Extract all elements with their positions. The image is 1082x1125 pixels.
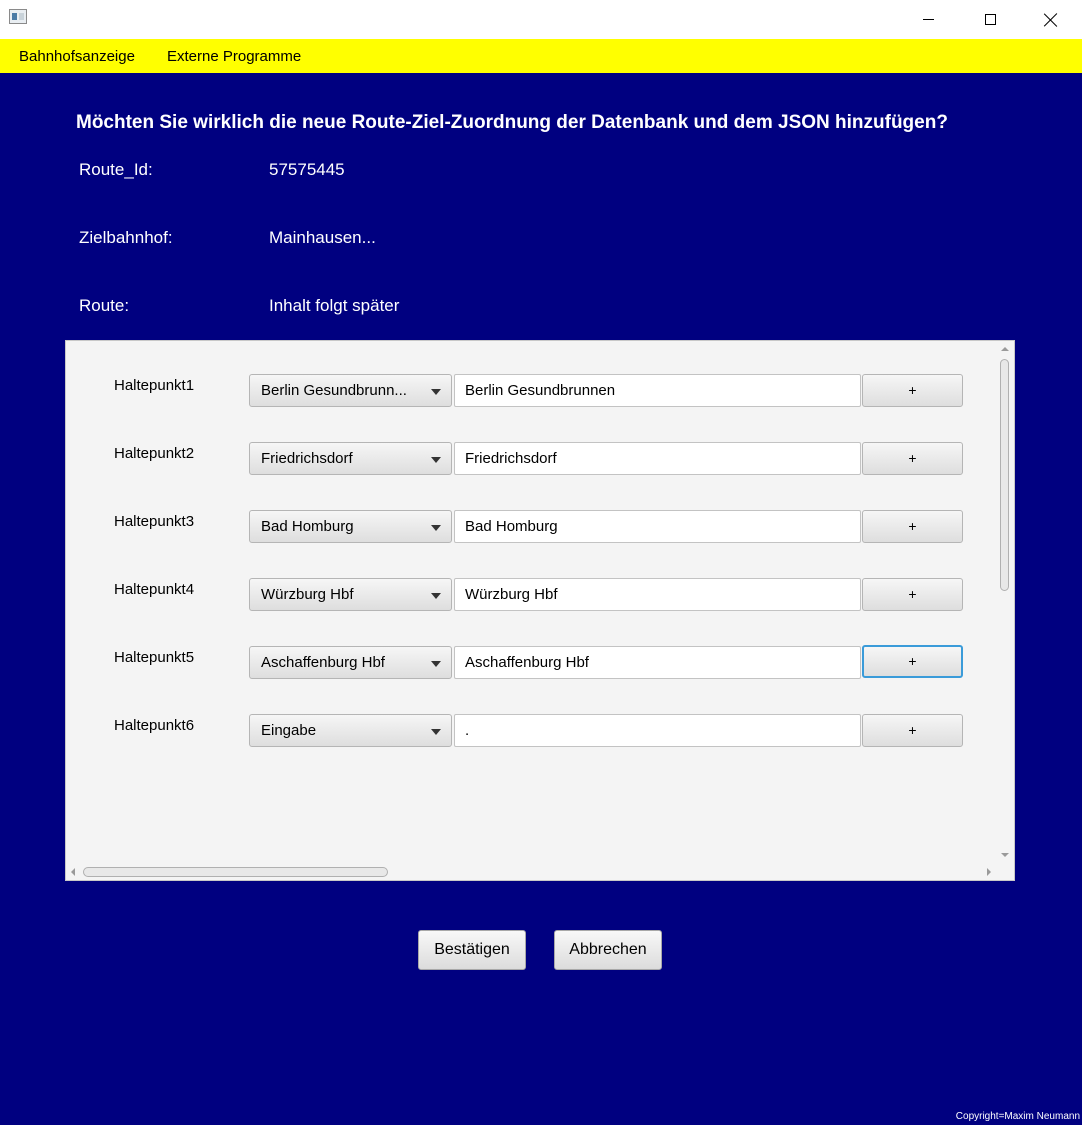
chevron-down-icon	[431, 593, 441, 599]
add-stop-button[interactable]: +	[862, 578, 963, 611]
stop-label: Haltepunkt5	[114, 649, 195, 666]
confirm-question: Möchten Sie wirklich die neue Route-Ziel…	[76, 112, 948, 133]
chevron-down-icon	[431, 729, 441, 735]
chevron-down-icon	[431, 661, 441, 667]
add-stop-button[interactable]: +	[862, 714, 963, 747]
maximize-icon	[984, 14, 996, 25]
stop-combo[interactable]: Friedrichsdorf	[249, 442, 452, 475]
menu-externe-programme[interactable]: Externe Programme	[167, 48, 301, 65]
chevron-down-icon	[431, 525, 441, 531]
minimize-button[interactable]	[897, 0, 959, 39]
add-stop-button[interactable]: +	[862, 510, 963, 543]
stop-label: Haltepunkt3	[114, 513, 195, 530]
stop-combo[interactable]: Aschaffenburg Hbf	[249, 646, 452, 679]
stop-label: Haltepunkt4	[114, 581, 195, 598]
stop-combo[interactable]: Berlin Gesundbrunn...	[249, 374, 452, 407]
combo-value: Würzburg Hbf	[261, 586, 354, 603]
combo-value: Aschaffenburg Hbf	[261, 654, 385, 671]
chevron-down-icon	[431, 457, 441, 463]
cancel-button[interactable]: Abbrechen	[554, 930, 662, 970]
stop-text-field[interactable]: Bad Homburg	[454, 510, 861, 543]
ziel-value: Mainhausen...	[269, 228, 376, 247]
scroll-left-icon[interactable]	[71, 868, 75, 876]
combo-value: Friedrichsdorf	[261, 450, 353, 467]
menu-bahnhofsanzeige[interactable]: Bahnhofsanzeige	[19, 48, 135, 65]
add-stop-button[interactable]: +	[862, 645, 963, 678]
stop-combo[interactable]: Würzburg Hbf	[249, 578, 452, 611]
add-stop-button[interactable]: +	[862, 442, 963, 475]
stop-text-field[interactable]: .	[454, 714, 861, 747]
route-id-label: Route_Id:	[79, 160, 153, 179]
chevron-down-icon	[431, 389, 441, 395]
close-icon	[1044, 13, 1058, 27]
scroll-up-icon[interactable]	[1001, 347, 1009, 351]
title-bar	[0, 0, 1082, 39]
stop-text-field[interactable]: Friedrichsdorf	[454, 442, 861, 475]
horizontal-scroll-thumb[interactable]	[83, 867, 388, 877]
stop-label: Haltepunkt2	[114, 445, 195, 462]
vertical-scrollbar[interactable]	[996, 341, 1014, 863]
route-label: Route:	[79, 296, 130, 315]
route-id-value: 57575445	[269, 160, 345, 179]
stop-text-field[interactable]: Berlin Gesundbrunnen	[454, 374, 861, 407]
ziel-label: Zielbahnhof:	[79, 228, 173, 247]
stop-text-field[interactable]: Würzburg Hbf	[454, 578, 861, 611]
stops-scroll-panel[interactable]: Haltepunkt1 Berlin Gesundbrunn... Berlin…	[65, 340, 1015, 881]
stop-combo[interactable]: Eingabe	[249, 714, 452, 747]
combo-value: Berlin Gesundbrunn...	[261, 382, 407, 399]
route-value: Inhalt folgt später	[269, 296, 400, 315]
copyright-text: Copyright=Maxim Neumann	[955, 1111, 1080, 1122]
stop-text-field[interactable]: Aschaffenburg Hbf	[454, 646, 861, 679]
combo-value: Bad Homburg	[261, 518, 354, 535]
vertical-scroll-thumb[interactable]	[1000, 359, 1009, 591]
stop-label: Haltepunkt1	[114, 377, 195, 394]
menu-bar: Bahnhofsanzeige Externe Programme	[0, 39, 1082, 73]
confirm-button[interactable]: Bestätigen	[418, 930, 526, 970]
close-button[interactable]	[1020, 0, 1082, 39]
add-stop-button[interactable]: +	[862, 374, 963, 407]
app-icon	[9, 9, 27, 24]
scroll-down-icon[interactable]	[1001, 853, 1009, 857]
combo-value: Eingabe	[261, 722, 317, 739]
horizontal-scrollbar[interactable]	[66, 863, 1014, 880]
stop-combo[interactable]: Bad Homburg	[249, 510, 452, 543]
scroll-right-icon[interactable]	[987, 868, 991, 876]
stop-label: Haltepunkt6	[114, 717, 195, 734]
maximize-button[interactable]	[959, 0, 1021, 39]
minimize-icon	[922, 19, 934, 20]
